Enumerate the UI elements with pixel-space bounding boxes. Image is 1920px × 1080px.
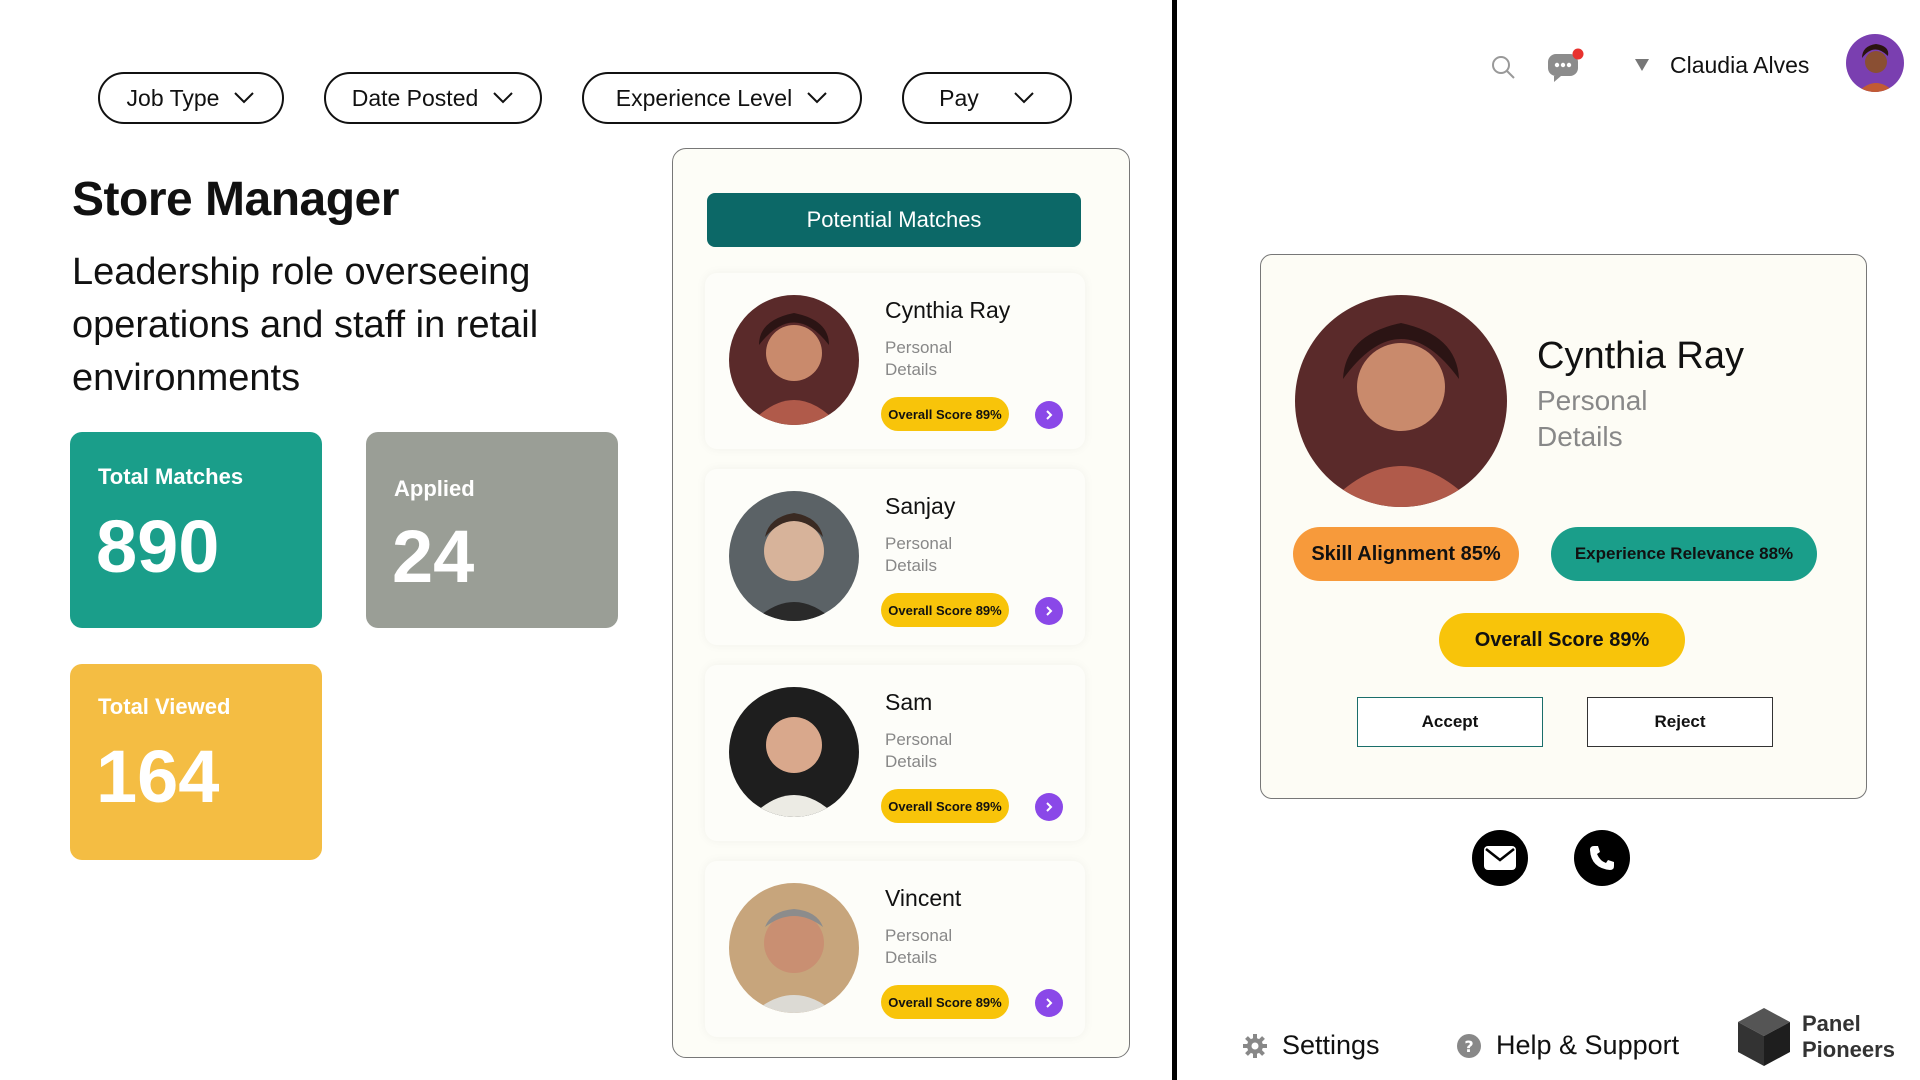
stat-total-viewed[interactable]: Total Viewed 164 (70, 664, 322, 860)
avatar (729, 491, 859, 621)
chevron-down-icon (1014, 92, 1034, 104)
cube-logo-icon (1738, 1008, 1790, 1066)
filter-label: Date Posted (351, 84, 479, 111)
chevron-right-icon[interactable] (1035, 793, 1063, 821)
panel-divider (1172, 0, 1177, 1080)
match-details[interactable]: Personal Details (885, 729, 975, 773)
match-details[interactable]: Personal Details (885, 337, 975, 381)
brand-logo: Panel Pioneers (1736, 1006, 1895, 1068)
filter-pay[interactable]: Pay (902, 72, 1072, 124)
potential-matches-panel: Potential Matches Cynthia Ray Personal D… (672, 148, 1130, 1058)
chevron-right-icon[interactable] (1035, 597, 1063, 625)
stat-value: 164 (96, 735, 220, 818)
help-support-label: Help & Support (1496, 1030, 1680, 1060)
overall-score-badge: Overall Score 89% (881, 593, 1009, 627)
gear-icon (1243, 1033, 1267, 1058)
match-card[interactable]: Sanjay Personal Details Overall Score 89… (705, 469, 1085, 645)
match-name: Sanjay (885, 493, 956, 519)
potential-matches-header[interactable]: Potential Matches (707, 193, 1081, 247)
avatar (729, 687, 859, 817)
settings-link[interactable]: Settings (1242, 1030, 1380, 1061)
stat-label: Total Matches (98, 464, 244, 489)
svg-text:?: ? (1464, 1037, 1473, 1056)
match-card[interactable]: Vincent Personal Details Overall Score 8… (705, 861, 1085, 1037)
avatar (729, 883, 859, 1013)
overall-score-badge: Overall Score 89% (881, 985, 1009, 1019)
stat-value: 24 (392, 515, 475, 598)
filter-job-type[interactable]: Job Type (98, 72, 284, 124)
brand-name-line1: Panel (1802, 1011, 1861, 1036)
chevron-right-icon[interactable] (1035, 401, 1063, 429)
stat-applied[interactable]: Applied 24 (366, 432, 618, 628)
chevron-down-icon (807, 92, 827, 104)
overall-score-badge: Overall Score 89% (881, 789, 1009, 823)
match-card[interactable]: Sam Personal Details Overall Score 89% (705, 665, 1085, 841)
candidate-details-link[interactable]: Personal Details (1537, 383, 1677, 455)
stat-label: Applied (394, 476, 475, 501)
match-card[interactable]: Cynthia Ray Personal Details Overall Sco… (705, 273, 1085, 449)
overall-score-badge: Overall Score 89% (1439, 613, 1685, 667)
chat-icon[interactable] (1546, 48, 1586, 89)
stat-label: Total Viewed (98, 694, 231, 719)
accept-button[interactable]: Accept (1357, 697, 1543, 747)
stat-total-matches[interactable]: Total Matches 890 (70, 432, 322, 628)
search-icon[interactable] (1490, 54, 1516, 85)
match-details[interactable]: Personal Details (885, 533, 975, 577)
candidate-name: Cynthia Ray (1537, 335, 1744, 377)
chevron-down-icon (493, 92, 514, 104)
dropdown-arrow-icon[interactable] (1634, 58, 1650, 77)
help-support-link[interactable]: ? Help & Support (1456, 1030, 1679, 1061)
match-name: Sam (885, 689, 933, 715)
brand-name-line2: Pioneers (1802, 1037, 1895, 1062)
experience-relevance-badge: Experience Relevance 88% (1551, 527, 1817, 581)
filter-label: Experience Level (615, 84, 793, 111)
filter-experience-level[interactable]: Experience Level (582, 72, 862, 124)
filter-label: Job Type (126, 84, 220, 111)
match-details[interactable]: Personal Details (885, 925, 975, 969)
user-name[interactable]: Claudia Alves (1670, 52, 1809, 79)
filter-label: Pay (939, 84, 979, 111)
stat-value: 890 (96, 505, 220, 588)
chevron-right-icon[interactable] (1035, 989, 1063, 1017)
email-icon[interactable] (1472, 830, 1528, 886)
phone-icon[interactable] (1574, 830, 1630, 886)
job-title: Store Manager (72, 173, 399, 226)
match-name: Cynthia Ray (885, 297, 1011, 323)
overall-score-badge: Overall Score 89% (881, 397, 1009, 431)
match-name: Vincent (885, 885, 962, 911)
help-icon: ? (1457, 1033, 1481, 1058)
candidate-profile-card: Cynthia Ray Personal Details Skill Align… (1260, 254, 1867, 799)
avatar (729, 295, 859, 425)
skill-alignment-badge: Skill Alignment 85% (1293, 527, 1519, 581)
avatar[interactable] (1846, 34, 1904, 92)
avatar (1295, 295, 1507, 507)
filter-date-posted[interactable]: Date Posted (324, 72, 542, 124)
job-description: Leadership role overseeing operations an… (72, 251, 539, 399)
chevron-down-icon (234, 92, 255, 104)
settings-label: Settings (1282, 1030, 1380, 1060)
reject-button[interactable]: Reject (1587, 697, 1773, 747)
